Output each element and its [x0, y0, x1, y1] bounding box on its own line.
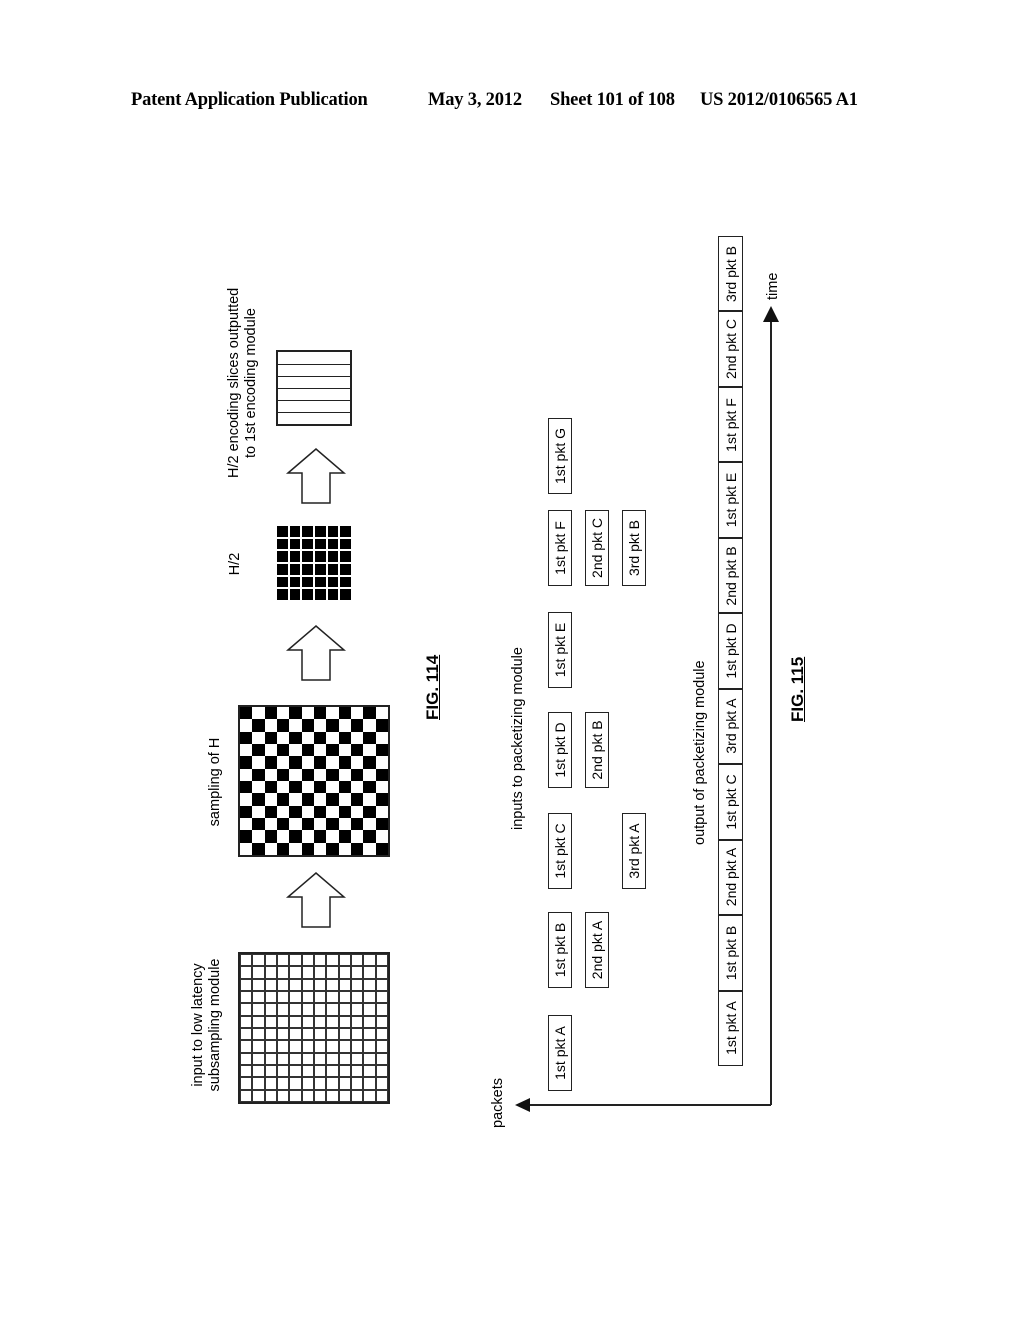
packets-arrow-icon	[515, 1098, 530, 1112]
fig115-axes	[515, 306, 779, 1112]
packets-axis-label: packets	[490, 1078, 506, 1128]
time-axis-label: time	[765, 272, 781, 300]
time-arrow-icon	[763, 306, 779, 322]
fig-115-label: FIG. 115	[788, 656, 807, 722]
